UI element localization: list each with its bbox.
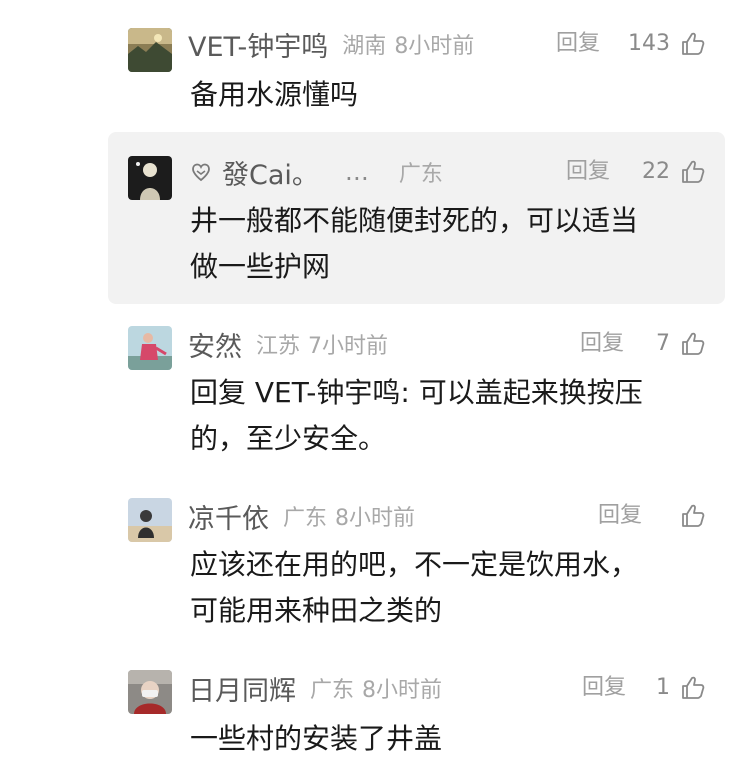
- like-count: 7: [656, 331, 670, 356]
- comment-text: 一些村的安装了井盖: [190, 716, 442, 762]
- comment-text-line: 做一些护网: [190, 250, 331, 283]
- comment-header: 發Cai。 … 广东: [188, 152, 443, 192]
- comment-text-line: 井一般都不能随便封死的，可以适当: [190, 204, 639, 237]
- comment-text-line: 可能用来种田之类的: [190, 594, 443, 627]
- username[interactable]: 日月同辉: [188, 669, 296, 708]
- location: 广东: [398, 162, 443, 187]
- reply-button[interactable]: 回复: [582, 668, 626, 708]
- avatar[interactable]: [128, 156, 172, 200]
- badge-icon: [192, 163, 210, 182]
- comment-header: 日月同辉 广东 8小时前: [188, 668, 442, 708]
- location: 江苏: [256, 334, 301, 359]
- reply-button[interactable]: 回复: [598, 496, 642, 536]
- thumbs-up-icon[interactable]: [680, 675, 706, 701]
- thumbs-up-icon[interactable]: [680, 31, 706, 57]
- comment-text: 备用水源懂吗: [190, 72, 358, 118]
- comment-item: 安然 江苏 7小时前 回复 7 回复 VET-钟宇鸣: 可以盖起来换按压 的，至…: [0, 306, 750, 476]
- username[interactable]: 凉千依: [188, 497, 269, 536]
- timestamp: 7小时前: [308, 334, 389, 359]
- like-count: 1: [656, 675, 670, 700]
- username[interactable]: 安然: [188, 325, 242, 364]
- timestamp: 8小时前: [335, 506, 416, 531]
- comment-header: 安然 江苏 7小时前: [188, 324, 388, 364]
- comment-item-highlighted: 發Cai。 … 广东 回复 22 井一般都不能随便封死的，可以适当 做一些护网: [0, 132, 750, 304]
- like-count: 22: [642, 159, 670, 184]
- thumbs-up-icon[interactable]: [680, 331, 706, 357]
- comment-item: VET-钟宇鸣 湖南 8小时前 回复 143 备用水源懂吗: [0, 0, 750, 130]
- comment-text-line: 备用水源懂吗: [190, 78, 359, 111]
- avatar[interactable]: [128, 28, 172, 72]
- avatar[interactable]: [128, 326, 172, 370]
- comment-text: 应该还在用的吧，不一定是饮用水， 可能用来种田之类的: [190, 542, 638, 634]
- comment-header: 凉千依 广东 8小时前: [188, 496, 415, 536]
- comment-item: 凉千依 广东 8小时前 回复 应该还在用的吧，不一定是饮用水， 可能用来种田之类…: [0, 478, 750, 648]
- comment-text-line: 的，至少安全。: [190, 422, 387, 455]
- username-ellipsis: …: [344, 158, 371, 186]
- comment-header: VET-钟宇鸣 湖南 8小时前: [188, 24, 474, 64]
- comment-text-line: 回复 VET-钟宇鸣: 可以盖起来换按压: [190, 376, 643, 409]
- avatar[interactable]: [128, 498, 172, 542]
- avatar[interactable]: [128, 670, 172, 714]
- username[interactable]: 發Cai。: [222, 153, 319, 192]
- thumbs-up-icon[interactable]: [680, 503, 706, 529]
- comment-text-line: 一些村的安装了井盖: [190, 722, 443, 755]
- location: 广东: [283, 506, 328, 531]
- username[interactable]: VET-钟宇鸣: [188, 25, 328, 64]
- comment-text-line: 应该还在用的吧，不一定是饮用水，: [190, 548, 639, 581]
- reply-button[interactable]: 回复: [580, 324, 624, 364]
- comment-text: 回复 VET-钟宇鸣: 可以盖起来换按压 的，至少安全。: [190, 370, 643, 462]
- thumbs-up-icon[interactable]: [680, 159, 706, 185]
- comment-text: 井一般都不能随便封死的，可以适当 做一些护网: [190, 198, 638, 290]
- like-count: 143: [628, 31, 670, 56]
- comment-item: 日月同辉 广东 8小时前 回复 1 一些村的安装了井盖: [0, 650, 750, 775]
- reply-button[interactable]: 回复: [556, 24, 600, 64]
- timestamp: 8小时前: [362, 678, 443, 703]
- reply-button[interactable]: 回复: [566, 152, 610, 192]
- timestamp: 8小时前: [394, 34, 475, 59]
- location: 湖南: [342, 34, 387, 59]
- location: 广东: [310, 678, 355, 703]
